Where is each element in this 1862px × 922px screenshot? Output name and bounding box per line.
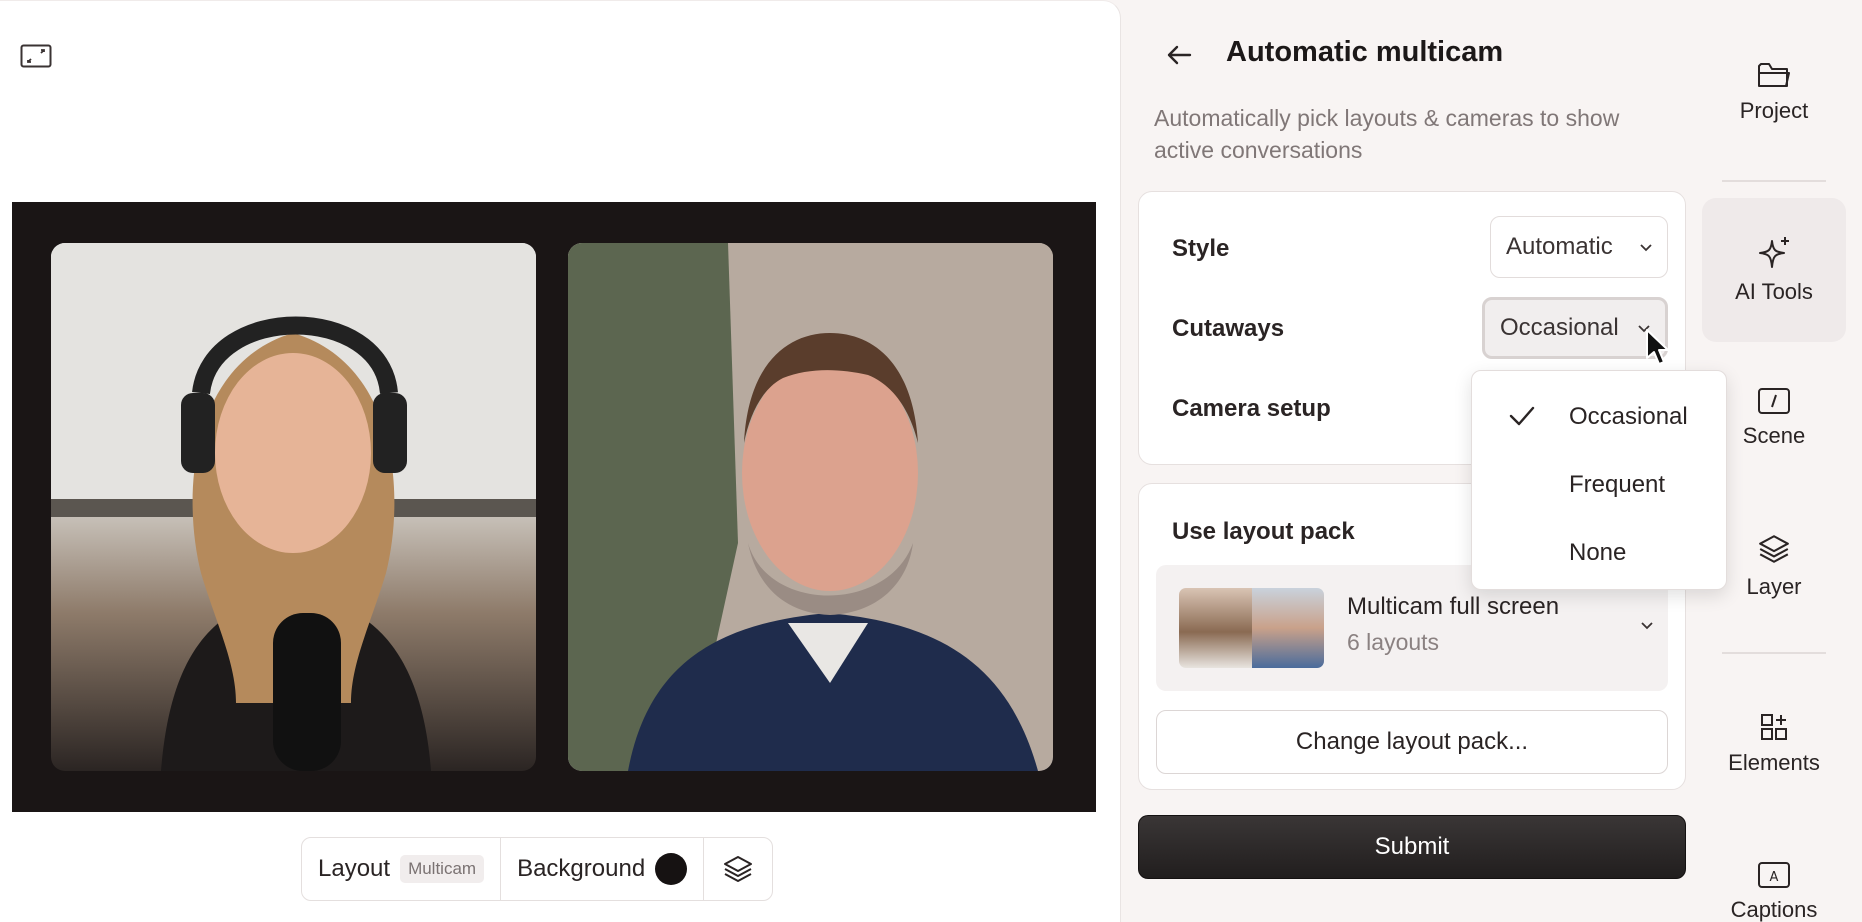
rail-item-label: Layer [1746, 574, 1802, 599]
svg-text:A: A [1770, 870, 1779, 885]
check-icon [1509, 406, 1535, 426]
cutaways-label: Cutaways [1172, 315, 1285, 342]
layers-button[interactable] [704, 838, 772, 900]
person-image-right [568, 243, 1053, 771]
dropdown-option-label: Occasional [1569, 403, 1688, 430]
camera-feed-left[interactable] [51, 243, 536, 771]
background-color-swatch [655, 853, 688, 885]
layout-label: Layout [318, 855, 391, 882]
camera-feed-right[interactable] [568, 243, 1053, 771]
dropdown-option-none[interactable]: None [1472, 519, 1726, 587]
layout-pack-label: Use layout pack [1172, 518, 1355, 545]
layout-pack-count: 6 layouts [1347, 629, 1440, 655]
layout-pack-thumbnail [1179, 588, 1324, 668]
layout-pack-name: Multicam full screen [1347, 593, 1560, 620]
rail-item-label: Elements [1728, 750, 1820, 775]
fullscreen-button[interactable] [18, 41, 54, 71]
rail-item-captions[interactable]: A Captions [1702, 820, 1846, 922]
canvas-toolbar: Layout Multicam Background [301, 837, 774, 901]
cutaways-dropdown-menu: Occasional Frequent None [1471, 370, 1727, 590]
dropdown-option-frequent[interactable]: Frequent [1472, 451, 1726, 519]
rail-item-scene[interactable]: Scene [1702, 346, 1846, 490]
background-selector[interactable]: Background [501, 838, 705, 900]
tool-rail: Project AI Tools Scene Layer Elements A … [1692, 0, 1862, 922]
mouse-cursor-icon [1646, 329, 1669, 365]
rail-item-label: Project [1739, 98, 1809, 123]
folder-icon [1758, 63, 1790, 87]
panel-title: Automatic multicam [1226, 36, 1504, 68]
rail-item-project[interactable]: Project [1702, 20, 1846, 164]
camera-setup-label: Camera setup [1172, 395, 1331, 422]
rail-item-ai-tools[interactable]: AI Tools [1702, 198, 1846, 342]
background-label: Background [517, 855, 646, 882]
back-button[interactable] [1162, 38, 1196, 72]
chevron-down-icon [1639, 242, 1653, 252]
rail-item-label: Captions [1730, 897, 1818, 922]
submit-button[interactable]: Submit [1138, 815, 1686, 879]
rail-item-label: AI Tools [1735, 279, 1813, 304]
cutaways-select[interactable]: Occasional [1482, 297, 1668, 359]
fullscreen-icon [20, 44, 52, 68]
style-label: Style [1172, 235, 1230, 262]
layers-icon [1759, 535, 1789, 563]
rail-item-layer[interactable]: Layer [1702, 494, 1846, 638]
scene-icon [1758, 388, 1790, 414]
rail-item-label: Scene [1742, 423, 1806, 448]
change-layout-pack-button[interactable]: Change layout pack... [1156, 710, 1668, 774]
person-image-left [51, 243, 536, 771]
cutaways-value: Occasional [1500, 314, 1619, 341]
video-preview[interactable] [12, 202, 1096, 812]
rail-item-elements[interactable]: Elements [1702, 672, 1846, 816]
captions-icon: A [1758, 862, 1790, 888]
layout-badge: Multicam [400, 855, 485, 883]
style-value: Automatic [1506, 233, 1613, 260]
layout-selector[interactable]: Layout Multicam [302, 838, 502, 900]
sparkle-icon [1759, 237, 1789, 268]
elements-icon [1761, 714, 1787, 740]
style-select[interactable]: Automatic [1490, 216, 1668, 278]
dropdown-option-label: None [1569, 539, 1627, 566]
layers-icon [724, 856, 753, 882]
canvas-area: Layout Multicam Background [0, 0, 1121, 922]
chevron-down-icon [1640, 617, 1654, 635]
panel-description: Automatically pick layouts & cameras to … [1154, 105, 1620, 163]
dropdown-option-label: Frequent [1569, 471, 1666, 498]
dropdown-option-occasional[interactable]: Occasional [1472, 383, 1726, 451]
rail-divider [1722, 652, 1826, 654]
arrow-left-icon [1167, 45, 1192, 65]
rail-divider [1722, 180, 1826, 182]
